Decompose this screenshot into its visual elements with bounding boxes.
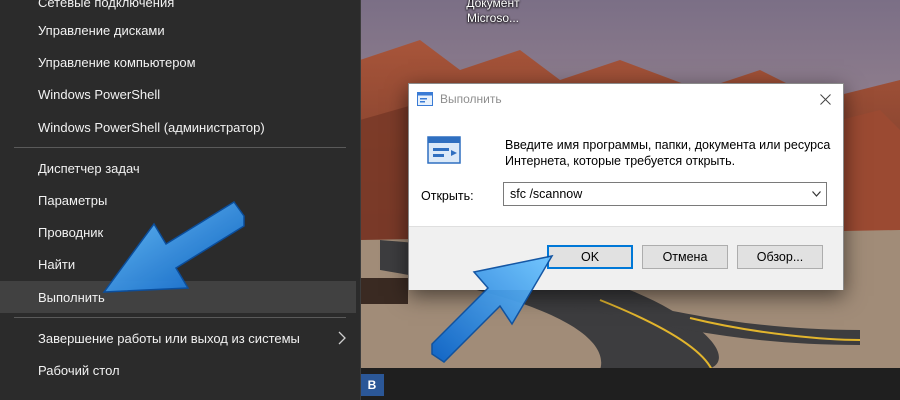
browse-button[interactable]: Обзор...	[737, 245, 823, 269]
menu-item-label: Рабочий стол	[38, 362, 120, 378]
menu-item-disk-management[interactable]: Управление дисками	[0, 14, 356, 46]
menu-item-label: Завершение работы или выход из системы	[38, 330, 300, 346]
taskbar-app-button[interactable]: B	[360, 374, 384, 396]
menu-item-task-manager[interactable]: Диспетчер задач	[0, 152, 356, 184]
run-app-icon	[417, 92, 433, 106]
menu-item-powershell-admin[interactable]: Windows PowerShell (администратор)	[0, 111, 356, 143]
dropdown-arrow-icon	[811, 191, 821, 197]
annotation-arrow-to-run-item	[102, 200, 245, 293]
chevron-right-icon	[338, 331, 346, 345]
desktop-document-icon[interactable]: Документ Microso...	[452, 0, 534, 26]
menu-separator	[14, 317, 346, 318]
close-icon	[819, 93, 831, 105]
dialog-titlebar[interactable]: Выполнить	[409, 84, 843, 114]
combo-dropdown-button[interactable]	[806, 183, 826, 205]
cancel-button[interactable]: Отмена	[642, 245, 728, 269]
annotation-arrow-to-ok-button	[431, 254, 554, 363]
menu-item-label: Проводник	[38, 224, 104, 240]
open-combobox[interactable]	[503, 182, 827, 206]
dialog-description: Введите имя программы, папки, документа …	[505, 138, 831, 168]
menu-item-label: Управление дисками	[38, 22, 165, 38]
menu-item-label: Сетевые подключения	[38, 0, 175, 10]
menu-item-label: Выполнить	[38, 289, 105, 305]
ok-button[interactable]: OK	[547, 245, 633, 269]
menu-separator	[14, 147, 346, 148]
desktop-icon-label-line2: Microso...	[466, 11, 519, 25]
menu-item-label: Windows PowerShell	[38, 86, 161, 102]
menu-item-label: Windows PowerShell (администратор)	[38, 119, 265, 135]
taskbar-app-letter: B	[367, 378, 377, 392]
close-button[interactable]	[807, 84, 843, 114]
menu-item-shutdown[interactable]: Завершение работы или выход из системы	[0, 322, 356, 354]
menu-item-label: Найти	[38, 256, 76, 272]
menu-item-powershell[interactable]: Windows PowerShell	[0, 78, 356, 110]
open-label: Открыть:	[421, 189, 474, 203]
open-input[interactable]	[504, 183, 804, 205]
menu-item-computer-management[interactable]: Управление компьютером	[0, 46, 356, 78]
menu-item-label: Управление компьютером	[38, 54, 196, 70]
desktop-icon-label-line1: Документ	[466, 0, 520, 10]
run-program-icon	[427, 136, 461, 164]
dialog-title: Выполнить	[440, 92, 502, 106]
menu-item-desktop[interactable]: Рабочий стол	[0, 354, 356, 386]
menu-item-label: Диспетчер задач	[38, 160, 140, 176]
